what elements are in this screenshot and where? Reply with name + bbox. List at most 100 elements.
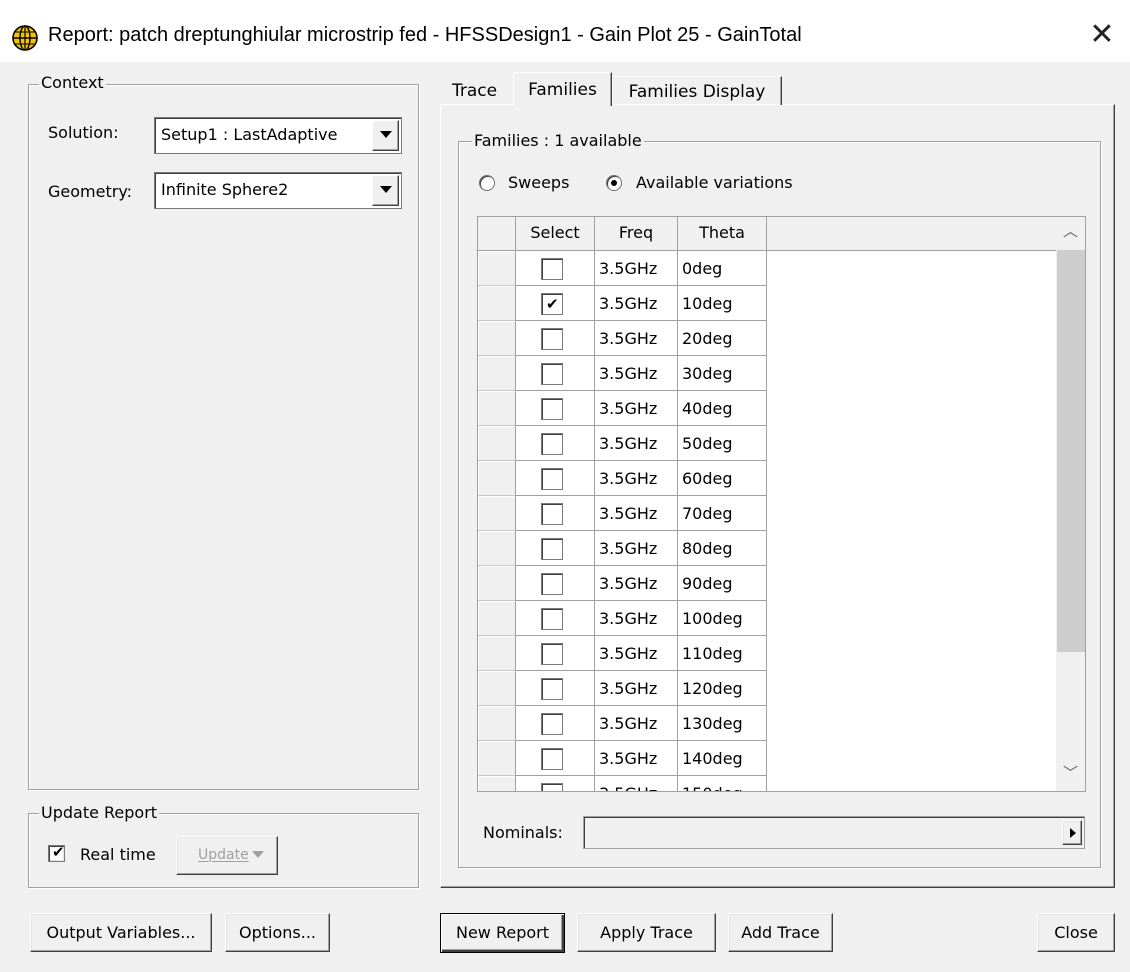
close-window-button[interactable]: ✕ xyxy=(1084,17,1120,53)
radio-available-variations-label[interactable]: Available variations xyxy=(636,173,793,192)
select-cell[interactable]: ✔ xyxy=(516,286,595,321)
solution-combo[interactable]: Setup1 : LastAdaptive xyxy=(154,117,402,154)
row-checkbox[interactable] xyxy=(541,713,563,735)
realtime-label[interactable]: Real time xyxy=(80,845,156,864)
row-checkbox[interactable] xyxy=(541,538,563,560)
tab-trace[interactable]: Trace xyxy=(446,79,503,104)
row-header[interactable] xyxy=(478,566,516,601)
row-header[interactable] xyxy=(478,286,516,321)
row-header[interactable] xyxy=(478,496,516,531)
table-row[interactable]: 3.5GHz 20deg xyxy=(478,321,767,356)
select-cell[interactable] xyxy=(516,671,595,706)
table-row[interactable]: 3.5GHz 50deg xyxy=(478,426,767,461)
new-report-button[interactable]: New Report xyxy=(440,913,565,953)
nominals-scroll-right-button[interactable] xyxy=(1062,820,1082,845)
select-cell[interactable] xyxy=(516,251,595,286)
table-row[interactable]: 3.5GHz 100deg xyxy=(478,601,767,636)
row-checkbox[interactable] xyxy=(541,573,563,595)
table-row[interactable]: 3.5GHz 130deg xyxy=(478,706,767,741)
row-header[interactable] xyxy=(478,636,516,671)
chevron-down-icon[interactable]: ﹀ xyxy=(1063,762,1078,783)
column-header-freq[interactable]: Freq xyxy=(595,217,678,251)
geometry-label: Geometry: xyxy=(48,182,133,201)
row-checkbox[interactable] xyxy=(541,433,563,455)
row-checkbox[interactable] xyxy=(541,643,563,665)
select-cell[interactable] xyxy=(516,741,595,776)
window-title: Report: patch dreptunghiular microstrip … xyxy=(48,24,802,46)
column-header-select[interactable]: Select xyxy=(516,217,595,251)
geometry-dropdown-button[interactable] xyxy=(372,175,399,206)
table-row[interactable]: 3.5GHz 120deg xyxy=(478,671,767,706)
column-header-theta[interactable]: Theta xyxy=(678,217,767,251)
geometry-combo[interactable]: Infinite Sphere2 xyxy=(154,172,402,209)
row-header[interactable] xyxy=(478,426,516,461)
row-header[interactable] xyxy=(478,741,516,776)
families-caption: Families : 1 available xyxy=(472,131,644,150)
row-header[interactable] xyxy=(478,776,516,791)
radio-available-variations[interactable] xyxy=(606,175,622,191)
theta-cell: 40deg xyxy=(678,391,767,426)
row-header[interactable] xyxy=(478,391,516,426)
row-header[interactable] xyxy=(478,251,516,286)
realtime-checkbox[interactable]: ✔ xyxy=(48,843,65,862)
select-cell[interactable] xyxy=(516,636,595,671)
table-row[interactable]: 3.5GHz 40deg xyxy=(478,391,767,426)
row-checkbox[interactable] xyxy=(541,608,563,630)
row-header[interactable] xyxy=(478,461,516,496)
nominals-field[interactable] xyxy=(583,816,1085,849)
select-cell[interactable] xyxy=(516,496,595,531)
select-cell[interactable] xyxy=(516,356,595,391)
row-checkbox[interactable] xyxy=(541,258,563,280)
row-header[interactable] xyxy=(478,321,516,356)
table-row[interactable]: 3.5GHz 110deg xyxy=(478,636,767,671)
row-checkbox[interactable] xyxy=(541,398,563,420)
table-row[interactable]: 3.5GHz 140deg xyxy=(478,741,767,776)
apply-trace-button[interactable]: Apply Trace xyxy=(577,913,716,952)
select-cell[interactable] xyxy=(516,426,595,461)
table-row[interactable]: 3.5GHz 60deg xyxy=(478,461,767,496)
options-button[interactable]: Options... xyxy=(225,913,330,952)
header-corner xyxy=(478,217,516,251)
select-cell[interactable] xyxy=(516,391,595,426)
row-header[interactable] xyxy=(478,356,516,391)
row-checkbox[interactable] xyxy=(541,468,563,490)
output-variables-button[interactable]: Output Variables... xyxy=(30,913,212,952)
row-checkbox[interactable] xyxy=(541,783,563,791)
table-row[interactable]: ✔ 3.5GHz 10deg xyxy=(478,286,767,321)
select-cell[interactable] xyxy=(516,461,595,496)
close-icon[interactable]: ✕ xyxy=(1089,17,1114,52)
row-header[interactable] xyxy=(478,671,516,706)
add-trace-button[interactable]: Add Trace xyxy=(728,913,833,952)
radio-sweeps-label[interactable]: Sweeps xyxy=(508,173,569,192)
select-cell[interactable] xyxy=(516,601,595,636)
freq-cell: 3.5GHz xyxy=(595,706,678,741)
tab-families[interactable]: Families xyxy=(513,72,612,106)
chevron-up-icon[interactable]: ︿ xyxy=(1063,220,1078,241)
table-row[interactable]: 3.5GHz 90deg xyxy=(478,566,767,601)
select-cell[interactable] xyxy=(516,531,595,566)
solution-dropdown-button[interactable] xyxy=(372,120,399,151)
row-checkbox[interactable] xyxy=(541,328,563,350)
row-header[interactable] xyxy=(478,706,516,741)
update-button[interactable]: Update xyxy=(176,836,278,875)
select-cell[interactable] xyxy=(516,321,595,356)
row-checkbox[interactable]: ✔ xyxy=(541,293,563,315)
table-row[interactable]: 3.5GHz 70deg xyxy=(478,496,767,531)
row-header[interactable] xyxy=(478,601,516,636)
table-row[interactable]: 3.5GHz 0deg xyxy=(478,251,767,286)
select-cell[interactable] xyxy=(516,776,595,791)
row-header[interactable] xyxy=(478,531,516,566)
row-checkbox[interactable] xyxy=(541,363,563,385)
row-checkbox[interactable] xyxy=(541,678,563,700)
row-checkbox[interactable] xyxy=(541,503,563,525)
radio-sweeps[interactable] xyxy=(479,175,495,191)
select-cell[interactable] xyxy=(516,706,595,741)
tab-families-display[interactable]: Families Display xyxy=(612,76,782,105)
table-row[interactable]: 3.5GHz 30deg xyxy=(478,356,767,391)
table-row[interactable]: 3.5GHz 80deg xyxy=(478,531,767,566)
close-button[interactable]: Close xyxy=(1037,913,1115,952)
table-row[interactable]: 3.5GHz150deg xyxy=(478,776,767,791)
row-checkbox[interactable] xyxy=(541,748,563,770)
scrollbar-thumb[interactable] xyxy=(1057,250,1085,652)
select-cell[interactable] xyxy=(516,566,595,601)
